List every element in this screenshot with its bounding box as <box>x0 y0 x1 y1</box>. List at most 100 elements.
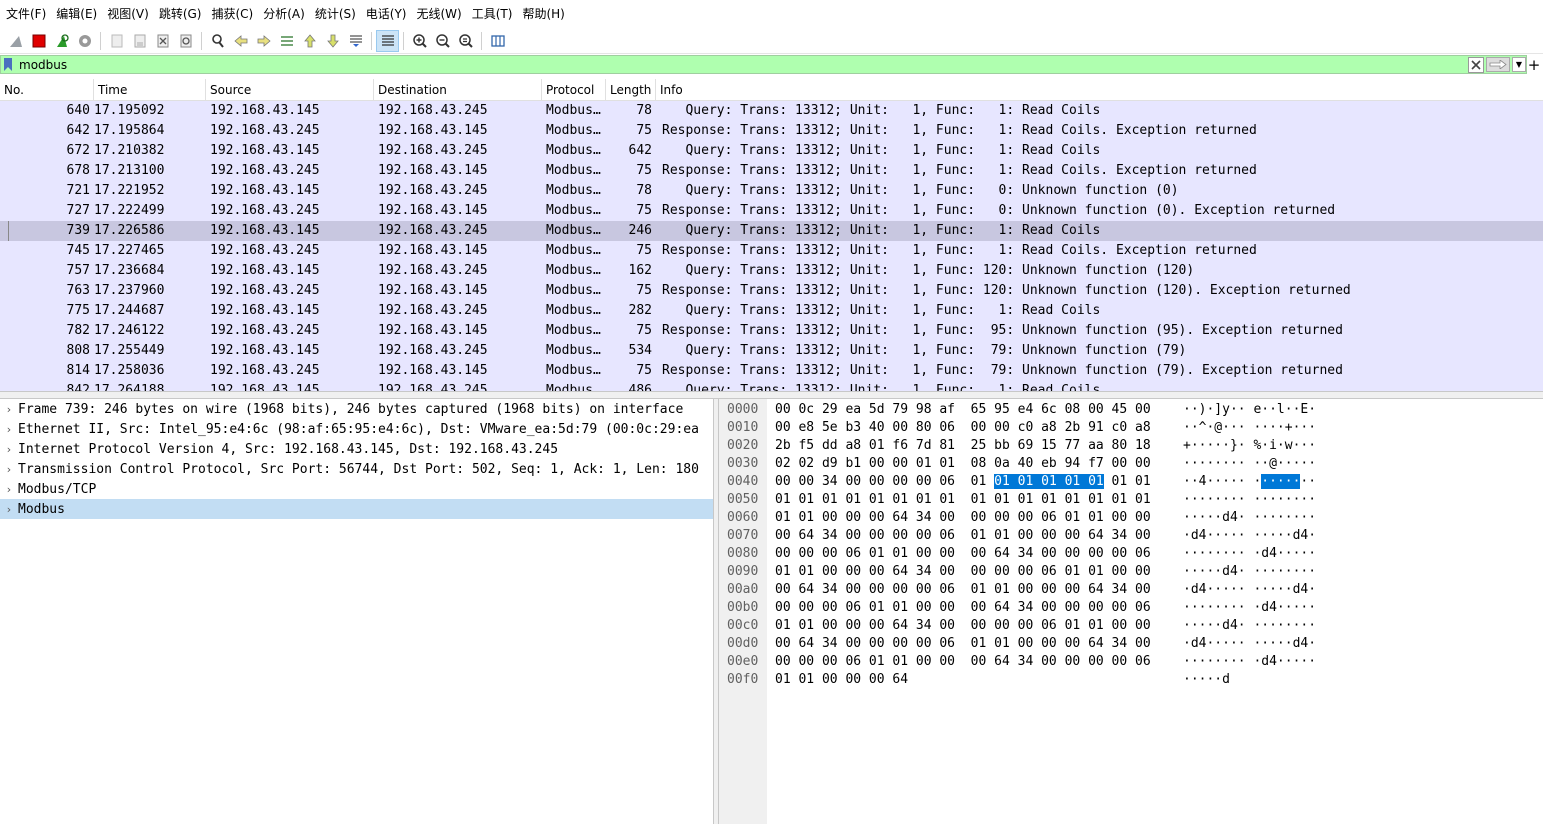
column-header-protocol[interactable]: Protocol <box>542 79 606 101</box>
hex-bytes[interactable]: 00 64 34 00 00 00 00 06 01 01 00 00 00 6… <box>775 527 1151 545</box>
packet-row[interactable]: 757 17.236684 192.168.43.145 192.168.43.245… <box>0 261 1543 281</box>
hex-bytes[interactable]: 02 02 d9 b1 00 00 01 01 08 0a 40 eb 94 f… <box>775 455 1151 473</box>
hex-ascii[interactable]: ··4····· ········ <box>1183 473 1316 491</box>
packet-row[interactable]: 739 17.226586 192.168.43.145 192.168.43.245… <box>0 221 1543 261</box>
packet-row[interactable]: 678 17.213100 192.168.43.245 192.168.43.145… <box>0 161 1543 181</box>
hex-ascii[interactable]: ·····d4· ········ <box>1183 509 1316 527</box>
last-packet-icon[interactable] <box>321 30 344 52</box>
open-file-icon[interactable] <box>105 30 128 52</box>
hex-ascii[interactable]: +·····}· %·i·w··· <box>1183 437 1316 455</box>
packet-row[interactable]: 640 17.195092 192.168.43.145 192.168.43.245… <box>0 101 1543 121</box>
back-icon[interactable] <box>229 30 252 52</box>
stop-icon[interactable] <box>27 30 50 52</box>
colorize-icon[interactable] <box>376 29 399 52</box>
filter-bookmark-icon[interactable] <box>1 56 15 73</box>
hex-ascii[interactable]: ·d4····· ·····d4· <box>1183 581 1316 599</box>
packet-row[interactable]: 763 17.237960 192.168.43.245 192.168.43.145… <box>0 281 1543 301</box>
menu-item-5[interactable]: 分析(A) <box>261 0 313 28</box>
packet-row[interactable]: 642 17.195864 192.168.43.245 192.168.43.145… <box>0 121 1543 141</box>
menu-item-6[interactable]: 统计(S) <box>313 0 364 28</box>
packet-row[interactable]: 842 17.264188 192.168.43.145 192.168.43.245… <box>0 381 1543 391</box>
menu-item-0[interactable]: 文件(F) <box>4 0 54 28</box>
hex-ascii[interactable]: ··)·]y·· e··l··E· <box>1183 401 1316 419</box>
forward-icon[interactable] <box>252 30 275 52</box>
resize-columns-icon[interactable] <box>486 30 509 52</box>
menu-item-4[interactable]: 捕获(C) <box>209 0 261 28</box>
hex-bytes[interactable]: 00 00 00 06 01 01 00 00 00 64 34 00 00 0… <box>775 599 1151 617</box>
hex-bytes[interactable]: 00 64 34 00 00 00 00 06 01 01 00 00 00 6… <box>775 635 1151 653</box>
packet-row[interactable]: 808 17.255449 192.168.43.145 192.168.43.245… <box>0 341 1543 361</box>
packet-row[interactable]: 672 17.210382 192.168.43.145 192.168.43.245… <box>0 141 1543 161</box>
packet-row[interactable]: 727 17.222499 192.168.43.245 192.168.43.145… <box>0 201 1543 221</box>
expand-chevron-icon[interactable]: › <box>0 423 18 436</box>
hex-bytes[interactable]: 00 00 00 06 01 01 00 00 00 64 34 00 00 0… <box>775 653 1151 671</box>
save-file-icon[interactable] <box>128 30 151 52</box>
shark-fin-icon[interactable] <box>4 30 27 52</box>
find-icon[interactable] <box>206 30 229 52</box>
restart-icon[interactable] <box>50 30 73 52</box>
hex-ascii[interactable]: ·d4····· ·····d4· <box>1183 635 1316 653</box>
hex-ascii[interactable]: ········ ········ <box>1183 491 1316 509</box>
menu-item-8[interactable]: 无线(W) <box>415 0 470 28</box>
column-header-info[interactable]: Info <box>656 79 1543 101</box>
options-gear-icon[interactable] <box>73 30 96 52</box>
zoom-in-icon[interactable] <box>408 30 431 52</box>
goto-packet-icon[interactable] <box>275 30 298 52</box>
expand-chevron-icon[interactable]: › <box>0 463 18 476</box>
hex-ascii[interactable]: ········ ·d4····· <box>1183 545 1316 563</box>
detail-tree-item[interactable]: › Modbus <box>0 499 713 519</box>
hex-ascii[interactable]: ··^·@··· ····+··· <box>1183 419 1316 437</box>
zoom-out-icon[interactable] <box>431 30 454 52</box>
hex-bytes[interactable]: 00 00 34 00 00 00 00 06 01 01 01 01 01 0… <box>775 473 1151 491</box>
column-header-destination[interactable]: Destination <box>374 79 542 101</box>
apply-filter-arrow-icon[interactable] <box>1486 57 1510 72</box>
clear-filter-icon[interactable] <box>1468 56 1484 73</box>
first-packet-icon[interactable] <box>298 30 321 52</box>
hex-bytes[interactable]: 01 01 00 00 00 64 34 00 00 00 00 06 01 0… <box>775 509 1151 527</box>
menu-item-7[interactable]: 电话(Y) <box>364 0 415 28</box>
hex-ascii[interactable]: ········ ··@····· <box>1183 455 1316 473</box>
hex-ascii[interactable]: ·····d4· ········ <box>1183 563 1316 581</box>
column-header-time[interactable]: Time <box>94 79 206 101</box>
expand-chevron-icon[interactable]: › <box>0 483 18 496</box>
column-header-length[interactable]: Length <box>606 79 656 101</box>
hex-bytes[interactable]: 00 64 34 00 00 00 00 06 01 01 00 00 00 6… <box>775 581 1151 599</box>
normal-size-icon[interactable] <box>454 30 477 52</box>
column-header-no[interactable]: No. <box>0 79 94 101</box>
hex-ascii[interactable]: ·····d <box>1183 671 1230 689</box>
packet-row[interactable]: 721 17.221952 192.168.43.145 192.168.43.245… <box>0 181 1543 201</box>
add-filter-button-icon[interactable]: + <box>1527 55 1541 74</box>
hex-bytes[interactable]: 2b f5 dd a8 01 f6 7d 81 25 bb 69 15 77 a… <box>775 437 1151 455</box>
expand-chevron-icon[interactable]: › <box>0 443 18 456</box>
display-filter-input[interactable] <box>15 56 1468 73</box>
hex-bytes[interactable]: 00 00 00 06 01 01 00 00 00 64 34 00 00 0… <box>775 545 1151 563</box>
packet-row[interactable]: 745 17.227465 192.168.43.245 192.168.43.145… <box>0 241 1543 261</box>
detail-tree-item[interactable]: › Modbus/TCP <box>0 479 713 499</box>
hex-bytes[interactable]: 00 e8 5e b3 40 00 80 06 00 00 c0 a8 2b 9… <box>775 419 1151 437</box>
detail-tree-item[interactable]: › Internet Protocol Version 4, Src: 192.1… <box>0 439 713 459</box>
packet-row[interactable]: 782 17.246122 192.168.43.245 192.168.43.145… <box>0 321 1543 341</box>
packet-row[interactable]: 814 17.258036 192.168.43.245 192.168.43.145… <box>0 361 1543 381</box>
reload-icon[interactable] <box>174 30 197 52</box>
filter-history-dropdown[interactable]: ▼ <box>1512 57 1526 72</box>
hex-bytes[interactable]: 01 01 00 00 00 64 34 00 00 00 00 06 01 0… <box>775 563 1151 581</box>
hex-ascii[interactable]: ········ ·d4····· <box>1183 599 1316 617</box>
hex-bytes[interactable]: 01 01 00 00 00 64 34 00 00 00 00 06 01 0… <box>775 617 1151 635</box>
menu-item-2[interactable]: 视图(V) <box>105 0 157 28</box>
menu-item-10[interactable]: 帮助(H) <box>520 0 572 28</box>
close-file-icon[interactable] <box>151 30 174 52</box>
menu-item-9[interactable]: 工具(T) <box>470 0 521 28</box>
menu-item-3[interactable]: 跳转(G) <box>157 0 210 28</box>
hex-bytes[interactable]: 01 01 00 00 00 64 <box>775 671 908 689</box>
hex-ascii[interactable]: ·····d4· ········ <box>1183 617 1316 635</box>
horizontal-splitter[interactable] <box>0 391 1543 399</box>
hex-ascii[interactable]: ········ ·d4····· <box>1183 653 1316 671</box>
hex-bytes[interactable]: 01 01 01 01 01 01 01 01 01 01 01 01 01 0… <box>775 491 1151 509</box>
packet-row[interactable]: 775 17.244687 192.168.43.145 192.168.43.245… <box>0 301 1543 321</box>
detail-tree-item[interactable]: › Frame 739: 246 bytes on wire (1968 bits… <box>0 399 713 419</box>
detail-tree-item[interactable]: › Ethernet II, Src: Intel_95:e4:6c (98:af… <box>0 419 713 439</box>
autoscroll-icon[interactable] <box>344 30 367 52</box>
hex-bytes[interactable]: 00 0c 29 ea 5d 79 98 af 65 95 e4 6c 08 0… <box>775 401 1151 419</box>
hex-ascii[interactable]: ·d4····· ·····d4· <box>1183 527 1316 545</box>
expand-chevron-icon[interactable]: › <box>0 403 18 416</box>
